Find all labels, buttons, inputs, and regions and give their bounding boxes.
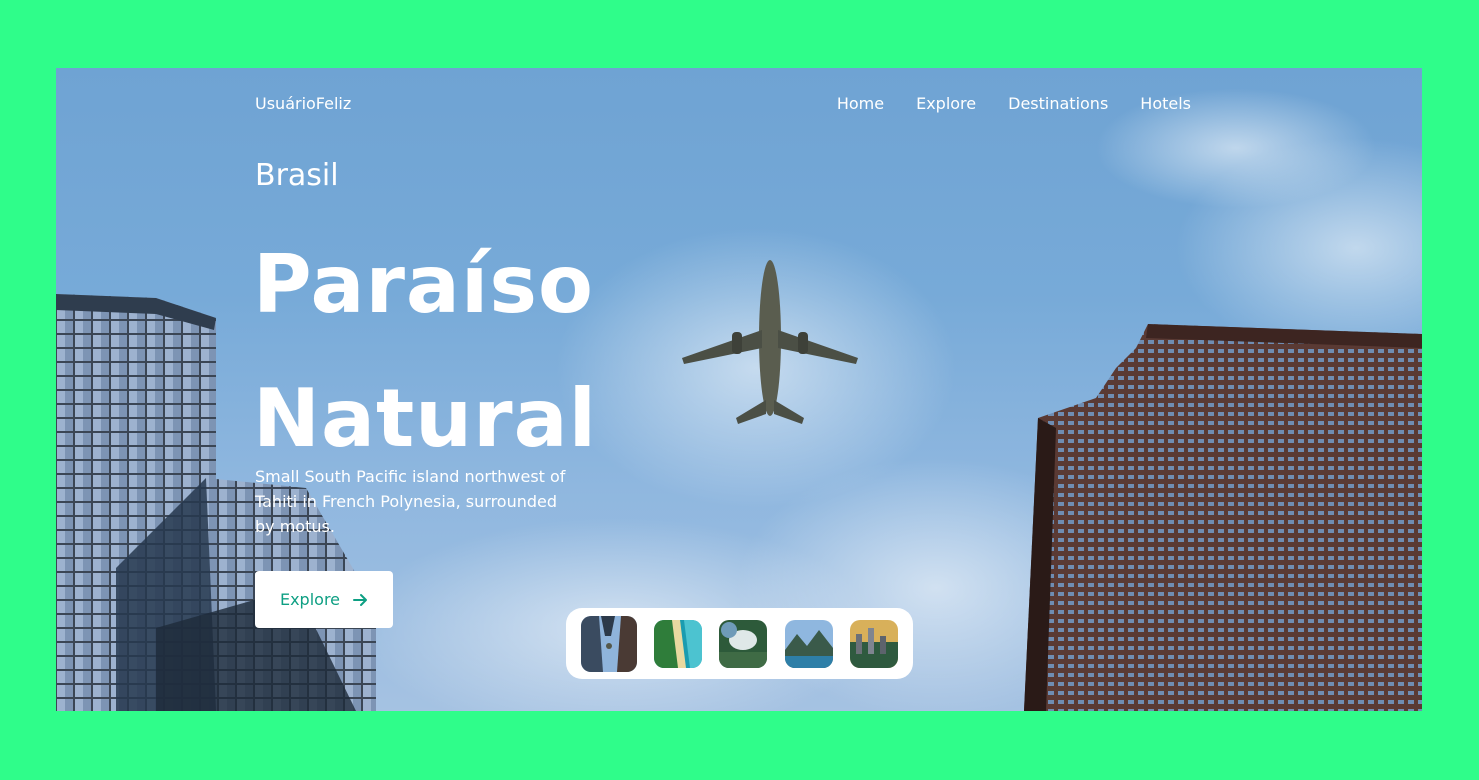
hero-title-line-1: Paraíso bbox=[253, 238, 594, 331]
thumb-city-sunset[interactable] bbox=[850, 619, 899, 668]
thumb-city-sky[interactable] bbox=[580, 615, 637, 672]
explore-button-label: Explore bbox=[279, 590, 341, 609]
nav-home[interactable]: Home bbox=[837, 94, 884, 113]
nav-destinations[interactable]: Destinations bbox=[1008, 94, 1108, 113]
hero-section: UsuárioFeliz Home Explore Destinations H… bbox=[56, 68, 1422, 711]
arrow-right-icon bbox=[353, 593, 368, 606]
main-nav: Home Explore Destinations Hotels bbox=[837, 94, 1191, 113]
thumbnail-carousel bbox=[566, 608, 913, 679]
thumb-beach[interactable] bbox=[654, 619, 703, 668]
thumb-coast-mountains[interactable] bbox=[784, 619, 833, 668]
nav-explore[interactable]: Explore bbox=[916, 94, 976, 113]
thumb-waterfall[interactable] bbox=[719, 619, 768, 668]
nav-hotels[interactable]: Hotels bbox=[1140, 94, 1191, 113]
hero-kicker: Brasil bbox=[255, 158, 339, 193]
hero-description: Small South Pacific island northwest of … bbox=[255, 467, 566, 536]
explore-button[interactable]: Explore bbox=[255, 571, 393, 628]
brand-logo[interactable]: UsuárioFeliz bbox=[255, 94, 351, 113]
hero-title: Paraíso Natural bbox=[253, 218, 597, 486]
